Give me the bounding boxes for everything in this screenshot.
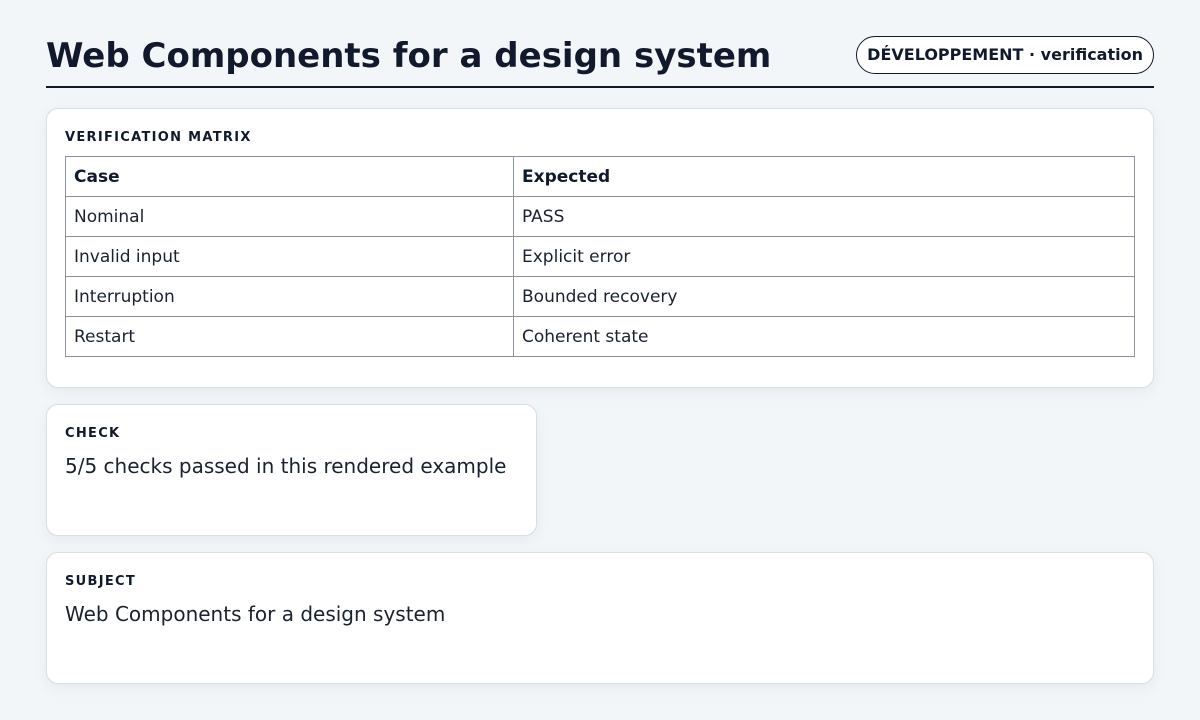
table-row: Restart Coherent state	[65, 316, 1135, 357]
table-row: Invalid input Explicit error	[65, 236, 1135, 277]
table-cell-case: Interruption	[65, 276, 514, 317]
table-cell-expected: PASS	[513, 196, 1135, 237]
table-cell-case: Invalid input	[65, 236, 514, 277]
table-cell-expected: Explicit error	[513, 236, 1135, 277]
table-header-row: Case Expected	[65, 156, 1135, 197]
check-label: CHECK	[65, 426, 121, 441]
table-cell-case: Nominal	[65, 196, 514, 237]
table-cell-expected: Bounded recovery	[513, 276, 1135, 317]
table-cell-expected: Coherent state	[513, 316, 1135, 357]
category-badge: DÉVELOPPEMENT · verification	[856, 36, 1154, 74]
check-result-text: 5/5 checks passed in this rendered examp…	[65, 454, 507, 478]
subject-text: Web Components for a design system	[65, 602, 446, 626]
table-row: Interruption Bounded recovery	[65, 276, 1135, 317]
table-row: Nominal PASS	[65, 196, 1135, 237]
verification-matrix-table: Case Expected Nominal PASS Invalid input…	[65, 156, 1135, 357]
check-card: CHECK 5/5 checks passed in this rendered…	[46, 404, 537, 536]
subject-card: SUBJECT Web Components for a design syst…	[46, 552, 1154, 684]
table-cell-case: Restart	[65, 316, 514, 357]
subject-label: SUBJECT	[65, 574, 137, 589]
column-header-expected: Expected	[513, 156, 1135, 197]
page-title: Web Components for a design system	[46, 36, 772, 76]
page-header: Web Components for a design system DÉVEL…	[46, 36, 1154, 88]
column-header-case: Case	[65, 156, 514, 197]
verification-matrix-label: VERIFICATION MATRIX	[65, 130, 252, 145]
verification-matrix-card: VERIFICATION MATRIX Case Expected Nomina…	[46, 108, 1154, 388]
